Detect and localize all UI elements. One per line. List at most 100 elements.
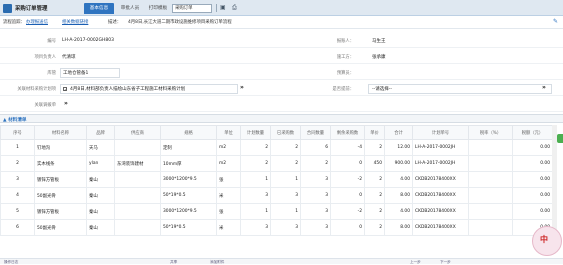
status-bar: 操作日志 共享 添加附件 上一步 下一步 [0,258,563,264]
table-cell: 3000*1200*9.5 [160,171,217,188]
flow-desc-label: 描述： [108,20,122,25]
advance-expand-icon[interactable]: » [542,84,546,91]
contractor-value: 张承康 [372,55,386,60]
form-row-manager: 项目负责人 代清琼 施工方： 张承康 [0,50,563,64]
table-cell: 2 [300,155,331,172]
table-cell: 1 [240,203,271,220]
table-row[interactable]: 6 50副光骨 秦山 50*19*0.5 米 3 3 3 0 2 8.00 CKDB20178400X… [0,219,553,236]
transfer-expand-icon[interactable]: » [64,100,68,107]
plan-expand-icon[interactable]: » [240,84,244,91]
col-header[interactable]: 计划单号 [412,125,469,140]
code-label: 编号 [47,39,56,44]
table-row[interactable]: 1 钉地沟 天马 定制 m2 2 2 6 -4 2 12.00 LH-A-2017-0002JH 0.0… [0,139,553,156]
table-cell [114,219,161,236]
table-cell: 张 [216,203,241,220]
table-cell: 4 [0,187,35,204]
table-cell: -2 [330,203,365,220]
col-header[interactable]: 计划数量 [240,125,271,140]
advance-label: 是否提前： [332,87,354,92]
table-cell: 1 [240,171,271,188]
col-header[interactable]: 序号 [0,125,35,140]
table-cell: 8.00 [384,187,413,204]
col-header[interactable]: 剩余采购数 [330,125,365,140]
col-header[interactable]: 单价 [364,125,385,140]
advance-select[interactable] [368,84,552,94]
toolbar-divider [216,4,217,12]
table-cell: ylan [86,155,115,172]
table-cell: 3 [300,187,331,204]
col-header[interactable]: 已采购数 [270,125,301,140]
tab-approvers[interactable]: 审批人员 [116,3,144,14]
ime-indicator[interactable]: 中 [540,234,548,245]
table-cell: 2 [364,219,385,236]
col-header[interactable]: 规格 [160,125,217,140]
print-icon[interactable]: ⎙ [232,4,237,12]
materials-table: 序号 材料名称 品牌 供应商 规格 单位 计划数量 已采购数 合同数量 剩余采购… [0,125,553,236]
table-cell: 0.00 [512,187,553,204]
table-cell: 4.00 [384,171,413,188]
table-cell: -2 [330,171,365,188]
form-row-transfer: 关联调拨单 » [0,98,563,112]
table-cell: 0 [330,219,365,236]
table-cell: LH-A-2017-0002JH [412,155,469,172]
col-header[interactable]: 供应商 [114,125,161,140]
table-cell: 50*19*0.5 [160,187,217,204]
table-cell: CKDB20178400XX [412,203,469,220]
table-cell: m2 [216,139,241,156]
table-cell: 2 [364,203,385,220]
table-cell: 3 [270,187,301,204]
table-cell: 4.00 [384,203,413,220]
table-row[interactable]: 2 实木线条 ylan 东湾装饰建材 10mm厚 m2 2 2 2 0 450 900.00 LH-A-… [0,155,553,172]
table-cell [114,139,161,156]
print-template-label: 打印模板 [148,6,168,11]
tab-basic-info[interactable]: 基本信息 [84,3,114,14]
table-cell: -4 [330,139,365,156]
table-cell: 3000*1200*9.5 [160,203,217,220]
plan-label: 关联材料采购计划项 [17,87,56,92]
table-row[interactable]: 4 50副光骨 秦山 50*19*0.5 米 3 3 3 0 2 8.00 CKDB20178400X… [0,187,553,204]
app-title-text: 采购订单管理 [15,6,48,12]
plan-checkbox[interactable]: ✓ [63,87,67,92]
table-cell: 0.00 [512,203,553,220]
materials-section-header[interactable]: ▲ 材料清单 [0,114,563,123]
section-title-text: 材料清单 [8,117,27,123]
table-row[interactable]: 3 镀锌方管板 秦山 3000*1200*9.5 张 1 1 3 -2 2 4.00 CKDB2017… [0,171,553,188]
table-cell: 实木线条 [34,155,87,172]
table-cell: 5 [0,203,35,220]
table-cell: 2 [240,139,271,156]
table-cell: 12.00 [384,139,413,156]
col-header[interactable]: 单位 [216,125,241,140]
print-template-select[interactable]: 采购订单 [172,3,212,13]
flow-bar: 流程追踪： 办理报送信 相关数据链接 描述： 4月8日,长江大道二期市政设施维修… [0,16,563,29]
table-cell: 3 [300,203,331,220]
advance-value: --请选择-- [372,87,392,92]
col-header[interactable]: 合同数量 [300,125,331,140]
table-cell: 2 [240,155,271,172]
table-row[interactable]: 5 镀锌方管板 秦山 3000*1200*9.5 张 1 1 3 -2 2 4.00 CKDB2017… [0,203,553,220]
transfer-label: 关联调拨单 [34,103,56,108]
flow-link-2[interactable]: 相关数据链接 [62,19,88,25]
table-cell [468,139,513,156]
manager-label: 项目负责人 [34,55,56,60]
side-expand-tab[interactable] [557,134,563,143]
table-cell: 0.00 [512,139,553,156]
table-cell: 张 [216,171,241,188]
col-header[interactable]: 税率（%） [468,125,513,140]
table-cell [114,171,161,188]
flow-link-1[interactable]: 办理报送信 [26,19,48,25]
pin-icon[interactable]: ✎ [553,18,558,25]
table-cell: 3 [300,171,331,188]
table-cell: 3 [0,171,35,188]
form-row-warehouse: 库管 工地仓管备1 预算员： [0,66,563,80]
form-row-plan: 关联材料采购计划项 ✓ 4月8日,材料部负责人描绘山东省子工程施工材料采购计划 … [0,82,563,96]
col-header[interactable]: 合计 [384,125,413,140]
col-header[interactable]: 品牌 [86,125,115,140]
save-icon[interactable]: ▣ [220,4,226,11]
manager-value: 代清琼 [62,55,76,60]
col-header[interactable]: 材料名称 [34,125,87,140]
plan-value: 4月8日,材料部负责人描绘山东省子工程施工材料采购计划 [70,87,186,92]
table-cell: m2 [216,155,241,172]
table-cell: 10mm厚 [160,155,217,172]
col-header[interactable]: 税额（元） [512,125,553,140]
app-logo-icon [3,3,12,13]
